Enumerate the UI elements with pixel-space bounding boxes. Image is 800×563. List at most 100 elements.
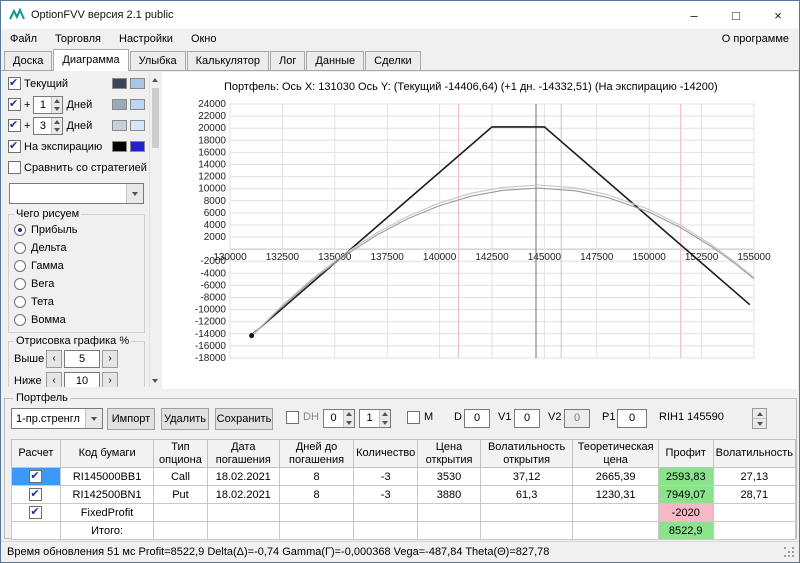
- table-cell[interactable]: Итого:: [60, 522, 153, 540]
- below-percent-value[interactable]: 10: [64, 372, 100, 387]
- table-cell[interactable]: [279, 522, 353, 540]
- calc-cell[interactable]: [12, 522, 61, 540]
- table-cell[interactable]: [480, 522, 573, 540]
- table-cell[interactable]: 3880: [418, 486, 481, 504]
- tab-data[interactable]: Данные: [306, 51, 364, 70]
- payoff-chart[interactable]: -18000-16000-14000-12000-10000-8000-6000…: [162, 98, 798, 386]
- expiration-color-swatch-1[interactable]: [112, 141, 127, 152]
- column-header[interactable]: Дата погашения: [207, 440, 279, 468]
- arrow-up-icon[interactable]: [346, 412, 352, 416]
- table-cell[interactable]: RI142500BN1: [60, 486, 153, 504]
- arrow-down-icon[interactable]: [54, 128, 60, 132]
- table-cell[interactable]: [480, 504, 573, 522]
- table-cell[interactable]: [154, 504, 207, 522]
- current-line-checkbox[interactable]: [8, 77, 21, 90]
- p1-value-field[interactable]: 0: [617, 409, 647, 428]
- calc-cell[interactable]: [12, 468, 61, 486]
- table-row[interactable]: RI145000BB1Call18.02.20218-3353037,12266…: [12, 468, 796, 486]
- dh-checkbox[interactable]: [286, 411, 299, 424]
- table-cell[interactable]: 2593,83: [658, 468, 713, 486]
- column-header[interactable]: Дней до погашения: [279, 440, 353, 468]
- calc-checkbox[interactable]: [29, 470, 42, 483]
- table-cell[interactable]: 8: [279, 468, 353, 486]
- table-row[interactable]: FixedProfit-2020: [12, 504, 796, 522]
- spinner-arrows[interactable]: [51, 118, 62, 134]
- table-cell[interactable]: -3: [354, 486, 418, 504]
- preset-select[interactable]: 1-пр.стренгл: [11, 408, 103, 429]
- scroll-up-icon[interactable]: [150, 73, 161, 86]
- menu-settings[interactable]: Настройки: [110, 29, 182, 49]
- table-cell[interactable]: 37,12: [480, 468, 573, 486]
- arrow-up-icon[interactable]: [54, 120, 60, 124]
- below-decrease-button[interactable]: ‹: [46, 372, 62, 387]
- radio-vega[interactable]: Вега: [14, 275, 139, 293]
- resize-grip[interactable]: [784, 547, 796, 559]
- below-increase-button[interactable]: ›: [102, 372, 118, 387]
- table-cell[interactable]: 2665,39: [573, 468, 658, 486]
- radio-gamma[interactable]: Гамма: [14, 257, 139, 275]
- table-cell[interactable]: -2020: [658, 504, 713, 522]
- arrow-down-icon[interactable]: [346, 421, 352, 425]
- plus3-color-swatch-2[interactable]: [130, 120, 145, 131]
- table-cell[interactable]: 7949,07: [658, 486, 713, 504]
- arrow-down-icon[interactable]: [54, 107, 60, 111]
- v1-value-field[interactable]: 0: [514, 409, 540, 428]
- plus1-color-swatch-2[interactable]: [130, 99, 145, 110]
- left-panel-scrollbar[interactable]: [149, 73, 160, 387]
- column-header[interactable]: Волатильность открытия: [480, 440, 573, 468]
- plus3-days-spinner[interactable]: 3: [33, 117, 63, 135]
- arrow-up-icon[interactable]: [757, 412, 763, 416]
- above-percent-value[interactable]: 5: [64, 350, 100, 368]
- spinner-arrows[interactable]: [51, 97, 62, 113]
- tab-deals[interactable]: Сделки: [365, 51, 421, 70]
- chevron-down-icon[interactable]: [85, 409, 102, 428]
- delete-button[interactable]: Удалить: [161, 408, 209, 430]
- tab-log[interactable]: Лог: [270, 51, 305, 70]
- tab-diagram[interactable]: Диаграмма: [53, 49, 128, 71]
- arrow-down-icon[interactable]: [757, 422, 763, 426]
- column-header[interactable]: Цена открытия: [418, 440, 481, 468]
- plus1-color-swatch-1[interactable]: [112, 99, 127, 110]
- calc-checkbox[interactable]: [29, 488, 42, 501]
- import-button[interactable]: Импорт: [107, 408, 155, 430]
- menu-window[interactable]: Окно: [182, 29, 226, 49]
- table-cell[interactable]: [418, 504, 481, 522]
- chevron-down-icon[interactable]: [126, 184, 143, 203]
- calc-checkbox[interactable]: [29, 506, 42, 519]
- calc-cell[interactable]: [12, 486, 61, 504]
- current-color-swatch-1[interactable]: [112, 78, 127, 89]
- table-cell[interactable]: [713, 504, 795, 522]
- above-increase-button[interactable]: ›: [102, 350, 118, 368]
- table-cell[interactable]: 28,71: [713, 486, 795, 504]
- table-cell[interactable]: 1230,31: [573, 486, 658, 504]
- table-cell[interactable]: [713, 522, 795, 540]
- column-header[interactable]: Тип опциона: [154, 440, 207, 468]
- compare-strategy-checkbox[interactable]: [8, 161, 21, 174]
- table-cell[interactable]: -3: [354, 468, 418, 486]
- arrow-up-icon[interactable]: [54, 99, 60, 103]
- table-row[interactable]: Итого: 8522,9: [12, 522, 796, 540]
- column-header[interactable]: Количество: [354, 440, 418, 468]
- expiration-checkbox[interactable]: [8, 140, 21, 153]
- table-cell[interactable]: 3530: [418, 468, 481, 486]
- radio-theta[interactable]: Тета: [14, 293, 139, 311]
- table-cell[interactable]: [354, 522, 418, 540]
- table-cell[interactable]: 8522,9: [658, 522, 713, 540]
- above-decrease-button[interactable]: ‹: [46, 350, 62, 368]
- scrollbar-thumb[interactable]: [152, 88, 159, 148]
- d-value-field[interactable]: 0: [464, 409, 490, 428]
- table-cell[interactable]: 61,3: [480, 486, 573, 504]
- save-button[interactable]: Сохранить: [215, 408, 273, 430]
- current-color-swatch-2[interactable]: [130, 78, 145, 89]
- table-cell[interactable]: Call: [154, 468, 207, 486]
- calc-cell[interactable]: [12, 504, 61, 522]
- table-cell[interactable]: [207, 504, 279, 522]
- table-row[interactable]: RI142500BN1Put18.02.20218-3388061,31230,…: [12, 486, 796, 504]
- instrument-updown[interactable]: [752, 408, 767, 429]
- column-header[interactable]: Волатильность: [713, 440, 795, 468]
- menu-trading[interactable]: Торговля: [46, 29, 110, 49]
- column-header[interactable]: Теоретическая цена: [573, 440, 658, 468]
- arrow-down-icon[interactable]: [382, 421, 388, 425]
- column-header[interactable]: Расчет: [12, 440, 61, 468]
- tab-calculator[interactable]: Калькулятор: [187, 51, 269, 70]
